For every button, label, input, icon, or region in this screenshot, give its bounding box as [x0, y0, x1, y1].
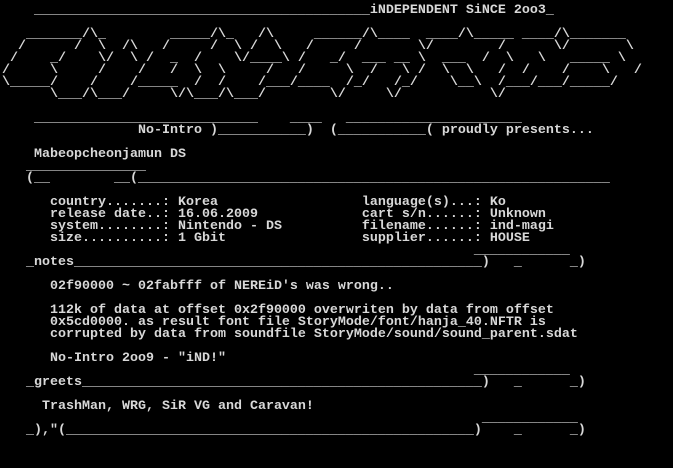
nfo-line: corrupted by data from soundfile StoryMo… — [2, 327, 578, 342]
nfo-viewer-window[interactable]: ________________________________________… — [0, 0, 673, 468]
nfo-text-body: ________________________________________… — [2, 0, 642, 437]
nfo-line: ________________________________________… — [2, 3, 554, 18]
nfo-line: (__ __(_________________________________… — [2, 171, 610, 186]
nfo-line: _notes__________________________________… — [2, 255, 586, 270]
nfo-line: 02f90000 ~ 02fabfff of NEREiD's was wron… — [2, 279, 394, 294]
nfo-line: \___/\___/ \/\___/\___/ \/ \/ \/ — [2, 87, 506, 102]
nfo-line: _greets_________________________________… — [2, 375, 586, 390]
nfo-line: _),"(___________________________________… — [2, 423, 586, 438]
nfo-line: No-Intro )___________) (___________( pro… — [2, 123, 594, 138]
